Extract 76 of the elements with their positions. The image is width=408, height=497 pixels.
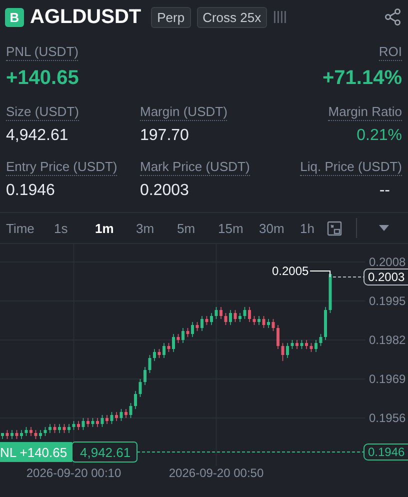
candlestick (229, 310, 232, 326)
bars-icon (273, 10, 288, 24)
candlestick (182, 328, 184, 344)
price-axis-label: 0.1969 (369, 372, 406, 386)
candlestick (153, 348, 156, 362)
candlestick (272, 318, 275, 332)
candlestick (214, 306, 218, 320)
metric-value: -- (379, 182, 391, 200)
candlestick (191, 322, 194, 338)
roi-value: +71.14% (322, 67, 402, 90)
metric-label: Margin Ratio (328, 104, 402, 121)
metric-label: Mark Price (USDT) (140, 159, 250, 176)
price-axis-label: 0.1995 (369, 294, 406, 308)
exchange-logo: B (5, 8, 24, 26)
contract-tag: Cross 25x (196, 6, 268, 28)
candlestick (224, 312, 228, 326)
candlestick (286, 342, 289, 358)
time-label: Time (6, 220, 36, 236)
candlestick (243, 306, 246, 320)
candlestick (262, 316, 266, 328)
symbol-title: AGLDUSDT (30, 6, 142, 28)
candlestick (172, 334, 175, 352)
candlestick (134, 390, 137, 410)
candlestick (162, 342, 166, 358)
interval-tab[interactable]: 1m (95, 220, 136, 236)
candlestick (200, 316, 204, 332)
candlestick (110, 412, 114, 424)
candlestick (210, 312, 213, 326)
chart-mode-icon[interactable] (327, 220, 342, 236)
price-axis-label: 0.2008 (369, 255, 406, 269)
contract-tag: Perp (151, 6, 191, 28)
candlestick (144, 366, 146, 386)
roi-label: ROI (378, 44, 402, 61)
position-pnl-tag: NL +140.65 (0, 442, 72, 462)
candlestick (234, 310, 237, 322)
position-size-tag: 4,942.61 (72, 442, 138, 462)
metric-label: Margin (USDT) (140, 104, 228, 121)
candlestick (129, 402, 132, 418)
metric-value: 0.2003 (140, 182, 189, 200)
metric-value: 0.1946 (6, 182, 55, 200)
candlestick (100, 414, 104, 428)
interval-tab[interactable]: 15m (218, 220, 259, 236)
candlestick (148, 354, 152, 374)
price-axis-label: 0.1956 (369, 411, 406, 425)
pnl-value: +140.65 (6, 67, 79, 90)
time-axis-label: 2026-09-20 00:50 (168, 466, 264, 480)
candlestick (314, 340, 318, 352)
candlestick (120, 408, 123, 422)
metric-value: 4,942.61 (6, 127, 68, 145)
interval-tab[interactable]: 1s (54, 220, 95, 236)
interval-tab[interactable]: 5m (177, 220, 218, 236)
entry-price-tag: 0.1946 (364, 444, 408, 460)
leader-line (310, 270, 330, 278)
candlestick (319, 334, 322, 346)
candlestick (138, 378, 142, 398)
caret-icon[interactable] (379, 224, 389, 232)
metric-value: 197.70 (140, 127, 189, 145)
candlestick (276, 324, 280, 350)
pnl-label: PNL (USDT) (6, 44, 78, 61)
price-axis-label: 0.1982 (369, 333, 406, 347)
metric-label: Liq. Price (USDT) (300, 159, 402, 176)
interval-tab[interactable]: 30m (259, 220, 300, 236)
candlestick (248, 306, 251, 322)
candlestick (281, 342, 284, 362)
metric-label: Entry Price (USDT) (6, 159, 118, 176)
candlestick (220, 306, 222, 320)
interval-tab[interactable]: 3m (136, 220, 177, 236)
interval-tab[interactable]: 1h (300, 220, 341, 236)
time-axis-label: 2026-09-20 00:10 (26, 466, 122, 480)
high-price-label: 0.2005 (272, 264, 309, 278)
last-price-line (332, 276, 366, 278)
metric-value: 0.21% (356, 127, 402, 145)
last-price-tag: 0.2003 (364, 268, 408, 286)
candlestick (82, 418, 85, 430)
metric-label: Size (USDT) (6, 104, 79, 121)
share-icon[interactable] (384, 8, 402, 26)
